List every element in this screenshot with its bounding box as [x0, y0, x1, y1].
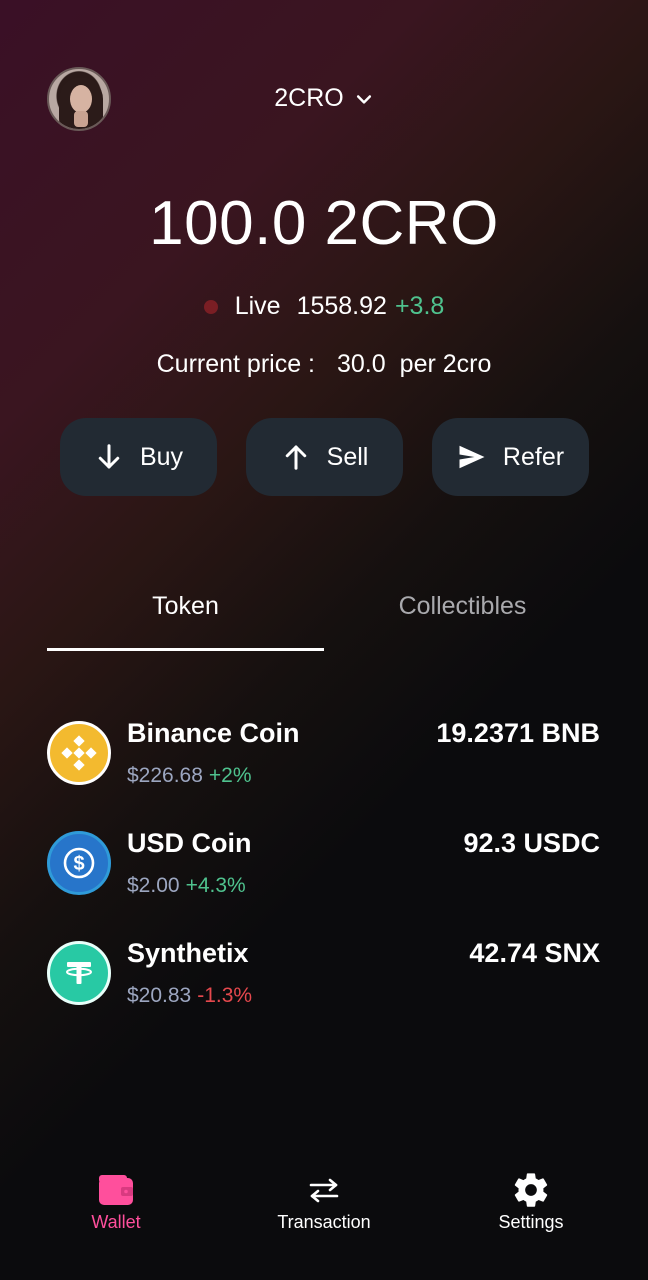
arrow-up-icon	[285, 445, 306, 470]
token-price-row: $20.83 -1.3%	[127, 984, 252, 1008]
nav-transaction[interactable]: Transaction	[254, 1170, 394, 1233]
live-label: Live	[234, 292, 281, 320]
token-price-row: $226.68 +2%	[127, 764, 252, 788]
list-item-binance-coin[interactable]: Binance Coin $226.68 +2% 19.2371 BNB	[47, 718, 600, 828]
network-selector[interactable]: 2CRO	[0, 84, 648, 113]
sell-button[interactable]: Sell	[246, 418, 403, 496]
token-list: Binance Coin $226.68 +2% 19.2371 BNB $ US…	[47, 718, 600, 1048]
token-usd-price: $226.68	[127, 764, 203, 787]
chevron-down-icon	[356, 94, 371, 104]
live-ticker: Live 1558.92 +3.8	[0, 292, 648, 321]
list-item-synthetix[interactable]: Synthetix $20.83 -1.3% 42.74 SNX	[47, 938, 600, 1048]
tab-token[interactable]: Token	[47, 592, 324, 621]
live-value: 1558.92	[296, 292, 387, 320]
nav-settings-label: Settings	[498, 1212, 564, 1232]
token-change: +2%	[208, 764, 252, 787]
svg-text:$: $	[73, 853, 84, 875]
token-amount: 42.74 SNX	[469, 938, 600, 968]
price-label: Current price :	[156, 350, 315, 378]
balance-amount: 100.0 2CRO	[149, 189, 499, 258]
tether-icon	[47, 941, 111, 1005]
nav-wallet[interactable]: Wallet	[46, 1170, 186, 1233]
bottom-navigation: Wallet Transaction Settings	[0, 1170, 648, 1240]
token-amount: 19.2371 BNB	[436, 718, 600, 748]
current-price: Current price : 30.0 per 2cro	[0, 350, 648, 379]
price-value: 30.0	[337, 350, 386, 378]
token-name: Binance Coin	[127, 718, 300, 748]
token-change: +4.3%	[185, 874, 246, 897]
nav-settings[interactable]: Settings	[461, 1170, 601, 1233]
asset-tabs: Token Collectibles	[47, 592, 601, 652]
refer-button[interactable]: Refer	[432, 418, 589, 496]
live-change: +3.8	[394, 292, 445, 320]
network-label: 2CRO	[274, 84, 344, 112]
active-tab-indicator	[47, 648, 324, 651]
arrow-down-icon	[98, 444, 120, 469]
nav-wallet-label: Wallet	[91, 1212, 141, 1232]
token-change: -1.3%	[197, 984, 253, 1007]
token-name: Synthetix	[127, 938, 249, 968]
token-usd-price: $2.00	[127, 874, 180, 897]
live-dot-icon	[203, 299, 218, 314]
send-icon	[459, 445, 485, 469]
wallet-icon	[99, 1175, 133, 1205]
action-buttons: Buy Sell Refer	[60, 418, 589, 496]
price-unit: per 2cro	[399, 350, 492, 378]
gear-icon	[514, 1173, 548, 1207]
token-name: USD Coin	[127, 828, 252, 858]
token-price-row: $2.00 +4.3%	[127, 874, 246, 898]
refer-label: Refer	[502, 442, 565, 471]
list-item-usd-coin[interactable]: $ USD Coin $2.00 +4.3% 92.3 USDC	[47, 828, 600, 938]
sell-label: Sell	[326, 442, 369, 471]
swap-arrows-icon	[309, 1178, 339, 1203]
token-amount: 92.3 USDC	[463, 828, 600, 858]
wallet-screen: 2CRO 100.0 2CRO Live 1558.92 +3.8 Curren…	[0, 0, 648, 1280]
bnb-icon	[47, 721, 111, 785]
token-usd-price: $20.83	[127, 984, 192, 1007]
tab-collectibles[interactable]: Collectibles	[324, 592, 601, 621]
usdc-icon: $	[47, 831, 111, 895]
buy-label: Buy	[139, 442, 184, 471]
buy-button[interactable]: Buy	[60, 418, 217, 496]
nav-transaction-label: Transaction	[277, 1212, 371, 1232]
